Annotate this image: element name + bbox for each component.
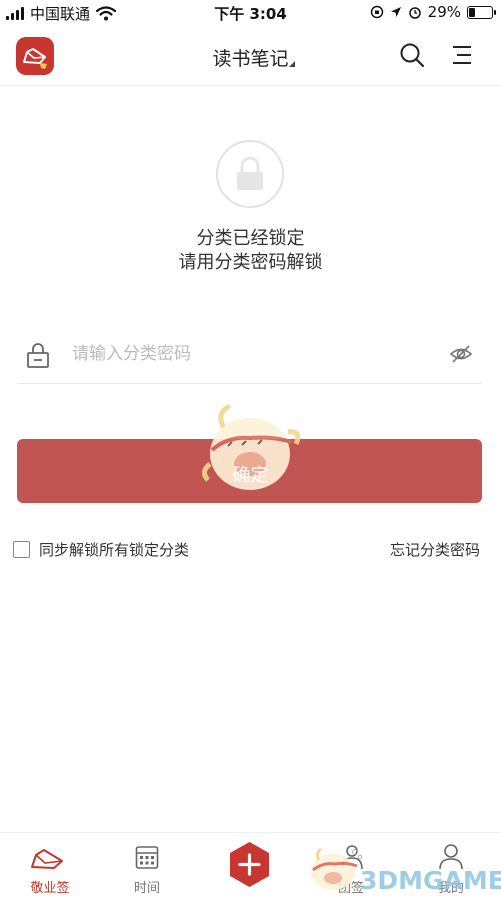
orientation-lock-icon [370,5,383,19]
status-right: 29% [370,3,496,21]
status-bar: 中国联通 下午 3:04 29% [0,0,501,26]
location-icon [390,6,401,17]
add-icon[interactable] [226,841,273,888]
menu-icon[interactable] [450,44,474,66]
password-input[interactable] [72,336,432,372]
battery-icon [467,5,496,19]
battery-percent: 29% [427,3,461,21]
category-title[interactable]: 读书笔记 [0,44,501,71]
app-screen: 中国联通 下午 3:04 29% 读书笔记 分类已经锁定 请用分类密码解锁 确定… [0,0,501,898]
lock-icon [237,156,263,190]
lock-badge [216,140,284,208]
tab-label-notebook: 敬业签 [30,881,70,896]
tab-label-team: 团签 [337,881,364,896]
tab-label-profile: 我的 [437,881,464,896]
notebook-icon [31,849,63,869]
unlock-instruction: 请用分类密码解锁 [178,252,323,273]
team-icon [341,845,363,870]
eye-hidden-icon[interactable] [450,344,472,364]
password-field [18,326,482,384]
forgot-password-link[interactable]: 忘记分类密码 [390,539,480,560]
dropdown-caret-icon[interactable] [289,61,295,67]
sync-unlock-label[interactable]: 同步解锁所有锁定分类 [39,539,189,560]
tab-team[interactable]: 团签 [301,833,401,898]
tab-profile[interactable]: 我的 [401,833,501,898]
user-icon [439,844,463,870]
app-header: 读书笔记 [0,26,501,86]
alarm-icon [408,7,421,19]
sync-unlock-checkbox[interactable] [13,541,30,558]
padlock-icon [27,343,49,368]
search-icon[interactable] [399,42,425,68]
calendar-icon [135,846,159,869]
tab-notebook[interactable]: 敬业签 [0,833,100,898]
tab-time[interactable]: 时间 [97,833,197,898]
tab-label-time: 时间 [133,881,160,896]
confirm-button[interactable] [17,439,482,503]
locked-message: 分类已经锁定 [196,228,305,249]
